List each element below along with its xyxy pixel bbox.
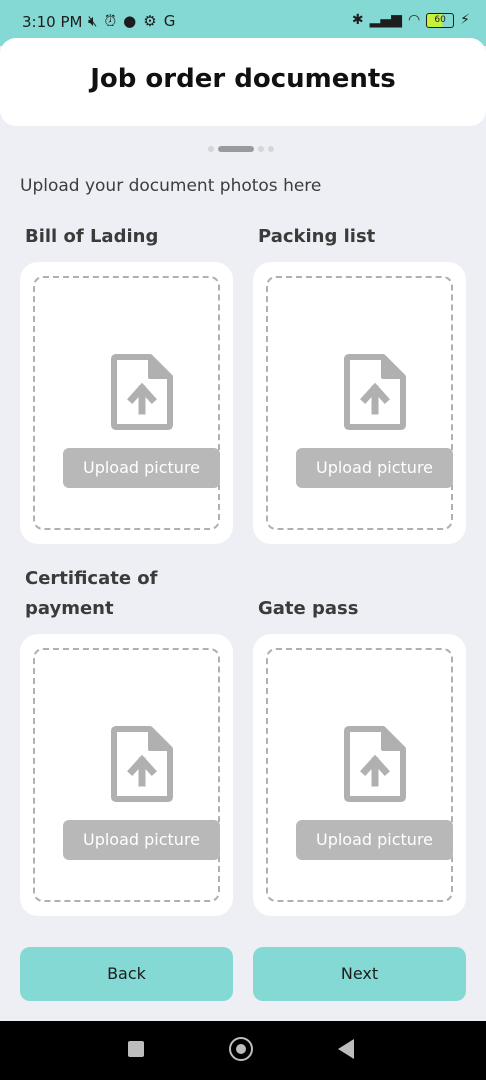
upload-card-certificate-of-payment[interactable]: Upload picture bbox=[20, 634, 233, 916]
home-icon[interactable] bbox=[229, 1037, 253, 1061]
page-title: Job order documents bbox=[90, 64, 396, 94]
file-upload-icon bbox=[111, 726, 173, 802]
file-upload-icon bbox=[111, 354, 173, 430]
battery-icon: 60 bbox=[426, 12, 455, 28]
step-dot bbox=[258, 146, 264, 152]
back-button[interactable]: Back bbox=[20, 947, 233, 1001]
system-navigation-bar bbox=[0, 1021, 486, 1080]
google-icon: G bbox=[163, 12, 176, 30]
messenger-icon: ● bbox=[123, 12, 137, 30]
document-label: Packing list bbox=[258, 226, 376, 247]
upload-picture-button[interactable]: Upload picture bbox=[296, 820, 453, 860]
document-label: Gate pass bbox=[258, 598, 359, 619]
upload-card-packing-list[interactable]: Upload picture bbox=[253, 262, 466, 544]
step-dot bbox=[268, 146, 274, 152]
alarm-icon: ⏰︎ bbox=[104, 12, 117, 30]
dropzone[interactable]: Upload picture bbox=[266, 648, 453, 902]
upload-card-gate-pass[interactable]: Upload picture bbox=[253, 634, 466, 916]
status-system-icons: ✱ ▂▄▆ ◠ 60 ⚡︎ bbox=[352, 12, 470, 28]
settings-icon: ⚙ bbox=[143, 12, 157, 30]
status-notification-icons: 🔇︎ ⏰︎ ● ⚙ G bbox=[88, 12, 175, 30]
charging-icon: ⚡︎ bbox=[460, 12, 470, 28]
file-upload-icon bbox=[344, 354, 406, 430]
dropzone[interactable]: Upload picture bbox=[33, 648, 220, 902]
file-upload-icon bbox=[344, 726, 406, 802]
upload-picture-button[interactable]: Upload picture bbox=[63, 820, 220, 860]
upload-card-bill-of-lading[interactable]: Upload picture bbox=[20, 262, 233, 544]
recents-icon[interactable] bbox=[128, 1041, 144, 1057]
status-time: 3:10 PM bbox=[22, 13, 83, 31]
header-card: Job order documents bbox=[0, 38, 486, 126]
upload-picture-button[interactable]: Upload picture bbox=[63, 448, 220, 488]
signal-icon: ▂▄▆ bbox=[369, 12, 402, 28]
dropzone[interactable]: Upload picture bbox=[33, 276, 220, 530]
wifi-icon: ◠ bbox=[407, 12, 421, 28]
mute-icon: 🔇︎ bbox=[88, 12, 98, 30]
back-triangle-icon[interactable] bbox=[338, 1039, 354, 1059]
bluetooth-icon: ✱ bbox=[351, 12, 364, 28]
step-dot-active bbox=[218, 146, 254, 152]
document-label: Bill of Lading bbox=[25, 226, 159, 247]
upload-picture-button[interactable]: Upload picture bbox=[296, 448, 453, 488]
dropzone[interactable]: Upload picture bbox=[266, 276, 453, 530]
instruction-text: Upload your document photos here bbox=[20, 176, 322, 196]
step-dot bbox=[208, 146, 214, 152]
step-indicator bbox=[208, 146, 274, 152]
document-label: Certificate of payment bbox=[25, 568, 158, 619]
next-button[interactable]: Next bbox=[253, 947, 466, 1001]
